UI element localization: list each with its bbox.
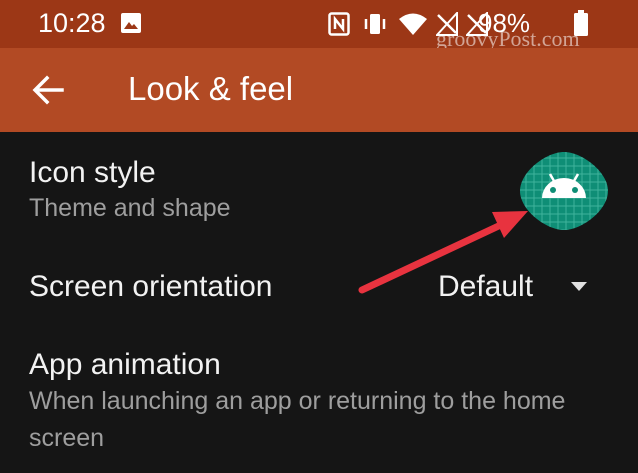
screen-orientation-title: Screen orientation (29, 270, 273, 303)
app-animation-title: App animation (29, 348, 221, 381)
status-bar: 10:28 98% groovyPost.com (0, 0, 638, 51)
icon-style-subtitle: Theme and shape (29, 194, 231, 222)
app-bar: Look & feel (0, 48, 638, 132)
android-robot-icon[interactable] (518, 150, 610, 232)
page-title: Look & feel (128, 70, 294, 107)
triangle-down-icon (571, 282, 587, 291)
image-icon (121, 13, 141, 33)
app-animation-row[interactable]: App animation When launching an app or r… (0, 345, 638, 463)
status-time: 10:28 (38, 8, 106, 38)
screen-orientation-row: Screen orientation Default (0, 268, 638, 312)
screen-orientation-value: Default (438, 270, 534, 303)
wifi-icon (399, 13, 427, 35)
nfc-icon (328, 12, 350, 36)
icon-style-title: Icon style (29, 156, 156, 189)
arrow-left-icon[interactable] (32, 75, 64, 105)
app-animation-subtitle: When launching an app or returning to th… (29, 387, 566, 452)
screen-orientation-dropdown[interactable]: Default (438, 268, 598, 308)
vibrate-icon (364, 14, 386, 34)
